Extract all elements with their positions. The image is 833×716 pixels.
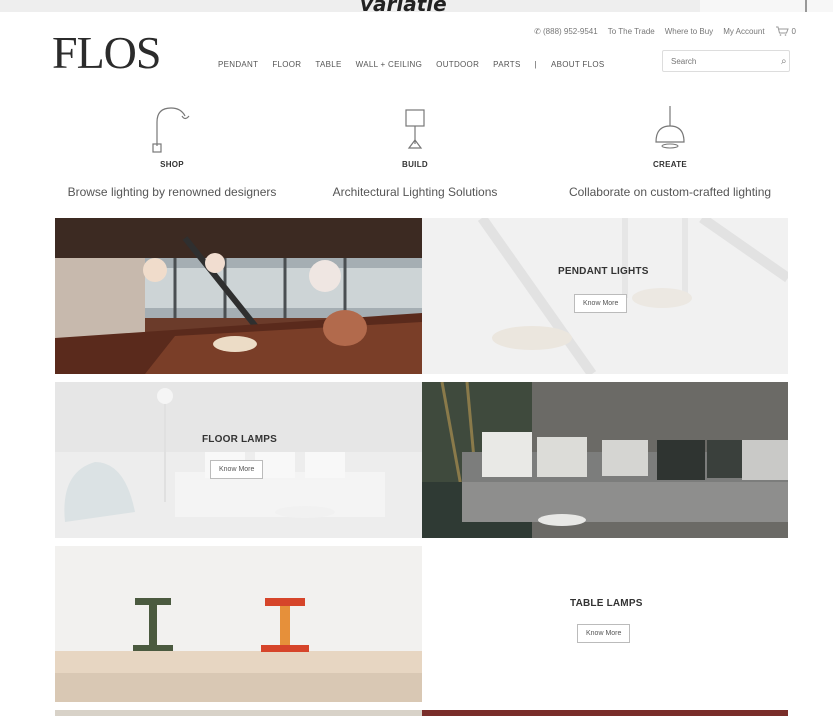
feature-row: SHOP Browse lighting by renowned designe… — [10, 104, 820, 214]
nav-about-flos[interactable]: ABOUT FLOS — [551, 60, 605, 69]
window-right-strip — [700, 0, 833, 12]
feature-build-title: BUILD — [402, 160, 428, 169]
feature-shop[interactable]: SHOP Browse lighting by renowned designe… — [52, 104, 292, 199]
arc-lamp-icon — [152, 107, 190, 153]
next-row-photo-right — [422, 710, 788, 716]
my-account-link[interactable]: My Account — [723, 27, 764, 36]
cart-icon — [775, 26, 789, 36]
flos-logo[interactable]: FLOS — [52, 26, 161, 79]
nav-parts[interactable]: PARTS — [493, 60, 520, 69]
feature-build-desc: Architectural Lighting Solutions — [332, 185, 498, 199]
pendant-know-more-button[interactable]: Know More — [574, 294, 628, 313]
cart-button[interactable]: 0 — [775, 26, 796, 36]
flos-homepage: FLOS ✆ (888) 952-9541 To The Trade Where… — [10, 12, 820, 716]
feature-shop-desc: Browse lighting by renowned designers — [67, 185, 277, 199]
where-to-buy-link[interactable]: Where to Buy — [665, 27, 713, 36]
nav-floor[interactable]: FLOOR — [272, 60, 301, 69]
feature-build[interactable]: BUILD Architectural Lighting Solutions — [295, 104, 535, 199]
feature-shop-title: SHOP — [160, 160, 184, 169]
table-lamps-tile[interactable]: TABLE LAMPS Know More — [422, 546, 788, 702]
search-input[interactable] — [671, 56, 781, 66]
floor-lamps-tile[interactable]: FLOOR LAMPS Know More — [55, 382, 422, 538]
feature-create-title: CREATE — [652, 160, 688, 169]
table-lamps-label: TABLE LAMPS — [570, 598, 643, 609]
nav-wall-ceiling[interactable]: WALL + CEILING — [356, 60, 423, 69]
sofa-photo — [422, 382, 788, 538]
pendant-lights-tile[interactable]: PENDANT LIGHTS Know More — [422, 218, 788, 374]
table-lamp-icon — [405, 109, 425, 149]
feature-create[interactable]: CREATE Collaborate on custom-crafted lig… — [550, 104, 790, 199]
floor-lamps-label: FLOOR LAMPS — [202, 434, 277, 445]
nav-table[interactable]: TABLE — [315, 60, 341, 69]
main-nav: PENDANT FLOOR TABLE WALL + CEILING OUTDO… — [218, 60, 605, 69]
phone-icon: ✆ — [534, 26, 543, 36]
pendant-lights-label: PENDANT LIGHTS — [558, 266, 649, 277]
nav-pendant[interactable]: PENDANT — [218, 60, 258, 69]
nav-divider: | — [534, 60, 537, 69]
cart-count: 0 — [791, 26, 796, 36]
next-row-photo-left — [55, 710, 422, 716]
feature-create-desc: Collaborate on custom-crafted lighting — [568, 185, 772, 199]
utility-bar: ✆ (888) 952-9541 To The Trade Where to B… — [534, 26, 796, 36]
interior-photo — [55, 218, 422, 374]
table-know-more-button[interactable]: Know More — [577, 624, 631, 643]
table-lamps-photo — [55, 546, 422, 702]
search-icon[interactable]: ⌕ — [781, 56, 787, 67]
pendant-lamp-icon — [655, 106, 685, 149]
table-lamps-photo-tile[interactable] — [55, 546, 422, 702]
phone-link[interactable]: ✆ (888) 952-9541 — [534, 27, 598, 36]
interior-photo-tile[interactable] — [55, 218, 422, 374]
floor-know-more-button[interactable]: Know More — [210, 460, 264, 479]
to-the-trade-link[interactable]: To The Trade — [608, 27, 655, 36]
sofa-photo-tile[interactable] — [422, 382, 788, 538]
nav-outdoor[interactable]: OUTDOOR — [436, 60, 479, 69]
search-box: ⌕ — [662, 50, 790, 72]
